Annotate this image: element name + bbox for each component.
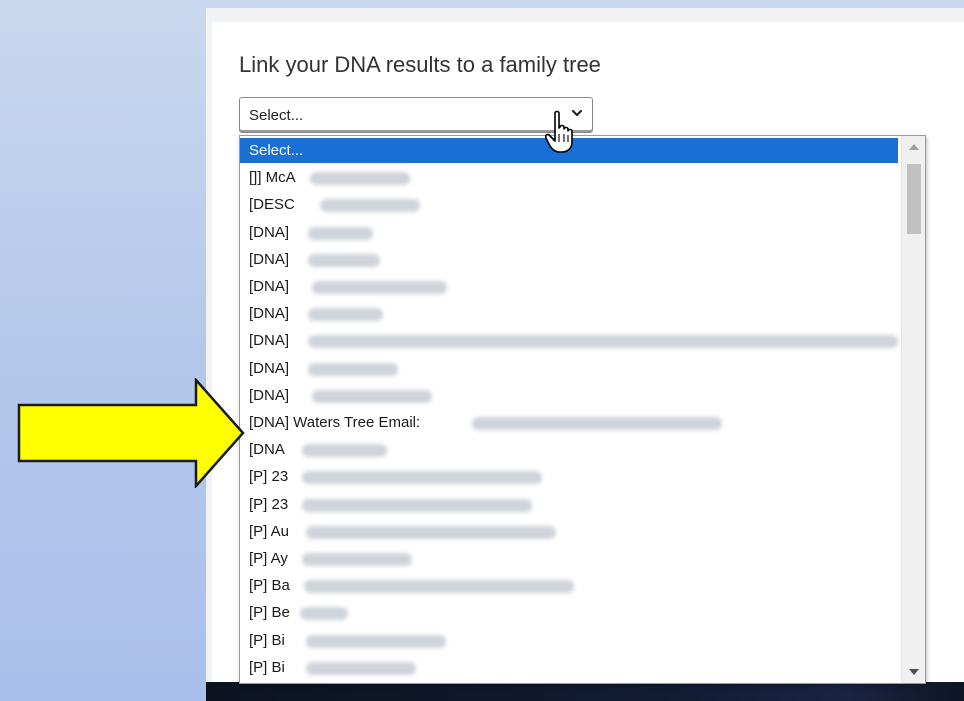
option-label: [DNA [249,441,285,459]
list-item[interactable]: [DNA] [240,383,898,408]
redacted-text [308,308,383,322]
option-label: [P] Be [249,604,290,622]
list-item[interactable]: [P] Be [240,600,898,625]
redacted-text [308,226,373,240]
list-item[interactable]: [P] Au [240,519,898,544]
redacted-text [302,471,542,485]
scroll-down-icon[interactable] [909,669,919,675]
redacted-text [472,417,722,430]
redacted-text [306,634,446,648]
redacted-text [302,444,387,458]
hand-pointer-icon [545,110,573,153]
list-item[interactable]: [DNA] Waters Tree Email: [240,410,898,435]
list-item[interactable]: [DNA] [240,328,898,353]
option-label: [DNA] [249,223,290,241]
option-label: [P] Ay [249,550,288,567]
option-label: [P] Bi [249,658,285,676]
redacted-text [306,525,556,539]
scrollbar[interactable] [901,136,925,683]
list-item[interactable]: []] McA [240,165,898,190]
list-item[interactable]: [P] Ba [240,573,898,598]
list-item[interactable]: [P] Ay [240,546,898,571]
list-item[interactable]: [DNA] [240,220,898,245]
list-item[interactable]: [DNA [240,437,898,462]
option-label: [DNA] [249,359,290,377]
redacted-text [320,199,420,213]
option-label: [P] Au [249,522,290,540]
list-item[interactable]: [P] 23 [240,464,898,489]
right-arrow-icon [17,378,245,488]
list-item[interactable]: [P] Bi [240,628,898,653]
option-label: [DESC [249,196,295,214]
list-item[interactable]: [P] Bi [240,655,898,680]
option-label: [DNA] Waters Tree Email: [249,414,421,431]
footer-bar [206,682,964,701]
family-tree-select[interactable]: Select... [239,97,593,133]
option-label: [P] Bi [249,631,285,649]
list-item[interactable]: [DNA] [240,247,898,272]
list-item[interactable]: [DESC [240,192,898,217]
list-item[interactable]: [P] 23 [240,492,898,517]
option-label: [P] 23 [249,468,289,486]
list-item[interactable]: [DNA] [240,274,898,299]
redacted-text [308,335,898,349]
dropdown-list[interactable]: Select... []] McA [DESC [DNA] [DNA] [DNA] [DNA… [239,135,926,684]
redacted-text [306,661,416,675]
redacted-text [312,389,432,403]
redacted-text [312,281,447,294]
redacted-text [308,253,380,267]
scroll-up-icon[interactable] [909,144,919,150]
list-item[interactable]: [DNA] [240,301,898,326]
option-label: [P] 23 [249,495,289,513]
option-label: [DNA] [249,250,290,268]
option-label: []] McA [249,169,296,187]
option-label: [DNA] [249,305,290,323]
redacted-text [310,172,410,186]
redacted-text [304,580,574,594]
select-current-value: Select... [249,107,304,124]
scrollbar-thumb[interactable] [907,164,921,234]
option-label: [DNA] [249,332,290,350]
option-label: Select... [249,142,304,159]
redacted-text [308,362,398,376]
option-label: [P] Ba [249,577,290,595]
option-label: [DNA] [249,386,290,404]
list-item[interactable]: [DNA] [240,356,898,381]
redacted-text [300,607,348,621]
redacted-text [302,498,532,512]
option-label: [DNA] [249,278,290,295]
page-heading: Link your DNA results to a family tree [239,52,601,77]
redacted-text [302,553,412,566]
